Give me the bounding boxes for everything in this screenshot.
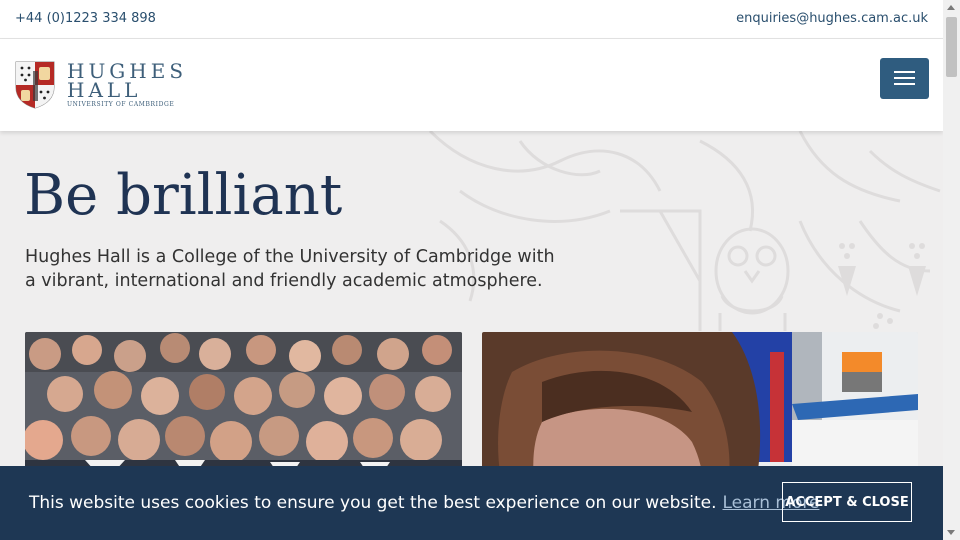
cookie-message-text: This website uses cookies to ensure you … xyxy=(29,493,717,513)
scrollbar-thumb[interactable] xyxy=(946,17,957,77)
hero-title: Be brilliant xyxy=(24,163,343,228)
menu-button[interactable] xyxy=(880,58,929,99)
phone-link[interactable]: +44 (0)1223 334 898 xyxy=(15,11,156,26)
hero-description: Hughes Hall is a College of the Universi… xyxy=(25,247,555,291)
hamburger-menu-icon xyxy=(894,77,915,79)
page-scrollbar[interactable] xyxy=(943,0,960,540)
college-logo[interactable]: HUGHES HALL UNIVERSITY OF CAMBRIDGE xyxy=(15,59,183,111)
logo-subtitle: UNIVERSITY OF CAMBRIDGE xyxy=(67,101,175,108)
contact-bar: +44 (0)1223 334 898 enquiries@hughes.cam… xyxy=(0,0,943,39)
logo-title-line2: HALL xyxy=(67,78,142,102)
cookie-consent-banner: This website uses cookies to ensure you … xyxy=(0,466,943,540)
college-crest-icon xyxy=(15,61,55,109)
site-header: HUGHES HALL UNIVERSITY OF CAMBRIDGE xyxy=(0,39,943,131)
scroll-up-arrow-icon[interactable] xyxy=(947,5,955,10)
hamburger-menu-icon xyxy=(894,71,915,73)
accept-close-button[interactable]: ACCEPT & CLOSE xyxy=(782,482,912,522)
hamburger-menu-icon xyxy=(894,83,915,85)
cookie-message: This website uses cookies to ensure you … xyxy=(29,493,819,513)
email-link[interactable]: enquiries@hughes.cam.ac.uk xyxy=(736,11,928,26)
scroll-down-arrow-icon[interactable] xyxy=(947,530,955,535)
page: +44 (0)1223 334 898 enquiries@hughes.cam… xyxy=(0,0,943,540)
